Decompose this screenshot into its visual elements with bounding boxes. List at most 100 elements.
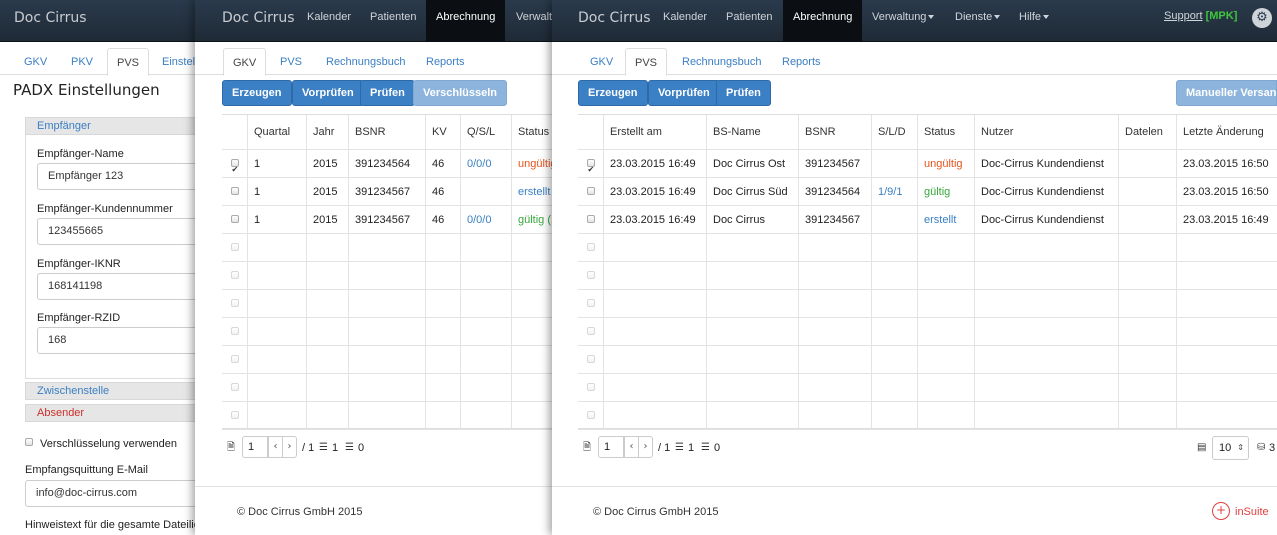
tab-invoice-book[interactable]: Rechnungsbuch	[317, 48, 415, 76]
precheck-button[interactable]: Vorprüfen	[292, 80, 364, 106]
column-header-sld[interactable]: S/L/D	[871, 115, 917, 149]
column-header-status[interactable]: Status	[917, 115, 974, 149]
row-checkbox[interactable]	[586, 355, 595, 364]
table-row[interactable]: 1 2015 391234567 46 erstellt	[222, 178, 560, 206]
table-row[interactable]: 23.03.2015 16:49Doc Cirrus Ost391234567 u…	[578, 150, 1277, 178]
row-checkbox[interactable]	[230, 271, 239, 280]
next-page-button[interactable]: ›	[282, 436, 297, 458]
page-number-input[interactable]: 1	[598, 436, 624, 458]
encrypt-button[interactable]: Verschlüsseln	[413, 80, 507, 106]
table-row[interactable]: 12015391234564460/0/0ungültig	[222, 150, 560, 178]
row-checkbox[interactable]	[586, 299, 595, 308]
recipient-customer-number-input[interactable]: 123455665	[37, 218, 200, 245]
column-header-qsl[interactable]: Q/S/L	[460, 115, 511, 149]
column-header-bsnr[interactable]: BSNR	[798, 115, 871, 149]
tab-pvs[interactable]: PVS	[271, 48, 311, 76]
recipient-name-input[interactable]: Empfänger 123	[37, 163, 200, 190]
nav-help[interactable]: Hilfe	[1009, 0, 1059, 42]
row-checkbox[interactable]	[230, 156, 239, 177]
nav-patients[interactable]: Patienten	[716, 0, 782, 42]
table-row[interactable]: 23.03.2015 16:49 Doc Cirrus Süd 391234564 1…	[578, 178, 1277, 206]
tab-pvs[interactable]: PVS	[625, 48, 668, 76]
recipient-section-header[interactable]: Empfänger	[25, 117, 200, 135]
tab-settings[interactable]: Einstell	[153, 48, 200, 76]
nav-calendar[interactable]: Kalender	[653, 0, 717, 42]
cell-bsname	[706, 318, 798, 345]
row-checkbox[interactable]	[586, 271, 595, 280]
recipient-iknr-input[interactable]: 168141198	[37, 273, 200, 300]
nav-patients[interactable]: Patienten	[360, 0, 426, 42]
row-checkbox[interactable]	[230, 327, 239, 336]
cell-bsnr	[348, 402, 425, 429]
next-page-button[interactable]: ›	[638, 436, 653, 458]
prev-page-button[interactable]: ‹	[268, 436, 283, 458]
manual-dispatch-button[interactable]: Manueller Versand	[1176, 80, 1277, 106]
tab-reports[interactable]: Reports	[417, 48, 474, 76]
create-button[interactable]: Erzeugen	[578, 80, 648, 106]
receipt-email-input[interactable]: info@doc-cirrus.com	[25, 480, 200, 507]
column-header-bs-name[interactable]: BS-Name	[706, 115, 798, 149]
support-link[interactable]: Support	[1164, 10, 1203, 22]
cell-created: 23.03.2015 16:49	[603, 206, 706, 233]
brand-logo[interactable]: Doc Cirrus	[222, 10, 295, 26]
recipient-rzid-input[interactable]: 168	[37, 327, 200, 354]
nav-services[interactable]: Dienste	[945, 0, 1010, 42]
row-checkbox[interactable]	[230, 299, 239, 308]
column-header-kv[interactable]: KV	[425, 115, 460, 149]
row-checkbox[interactable]	[230, 215, 239, 224]
row-checkbox[interactable]	[586, 187, 595, 196]
column-header-year[interactable]: Jahr	[306, 115, 348, 149]
row-checkbox[interactable]	[586, 411, 595, 420]
tab-gkv[interactable]: GKV	[223, 48, 267, 76]
table-row[interactable]: 1 2015 391234567 46 0/0/0 gültig (1)	[222, 206, 560, 234]
tab-reports[interactable]: Reports	[773, 48, 830, 76]
brand-logo[interactable]: Doc Cirrus	[14, 10, 87, 26]
row-checkbox[interactable]	[230, 383, 239, 392]
row-checkbox[interactable]	[586, 243, 595, 252]
prev-page-button[interactable]: ‹	[624, 436, 639, 458]
cell-created	[603, 402, 706, 429]
nav-administration[interactable]: Verwaltung	[862, 0, 944, 42]
nav-billing[interactable]: Abrechnung	[426, 0, 506, 42]
page-size-select[interactable]: 10 ⇕	[1212, 436, 1249, 460]
row-checkbox[interactable]	[586, 156, 595, 177]
cell-changed	[1176, 318, 1277, 345]
row-checkbox[interactable]	[586, 215, 595, 224]
column-header-created[interactable]: Erstellt am	[603, 115, 706, 149]
nav-billing[interactable]: Abrechnung	[783, 0, 863, 42]
user-tag[interactable]: [MPK]	[1206, 10, 1238, 22]
create-button[interactable]: Erzeugen	[222, 80, 292, 106]
row-checkbox[interactable]	[586, 383, 595, 392]
precheck-button[interactable]: Vorprüfen	[648, 80, 720, 106]
sender-section-header[interactable]: Absender	[25, 404, 200, 422]
navbar: Doc Cirrus Kalender Patienten Abrechnung…	[195, 0, 560, 42]
table-row[interactable]: 23.03.2015 16:49 Doc Cirrus 391234567 erste…	[578, 206, 1277, 234]
brand-logo[interactable]: Doc Cirrus	[578, 10, 651, 26]
column-header-bsnr[interactable]: BSNR	[348, 115, 425, 149]
row-checkbox[interactable]	[230, 355, 239, 364]
cell-created	[603, 374, 706, 401]
page-number-input[interactable]: 1	[242, 436, 268, 458]
row-checkbox[interactable]	[586, 327, 595, 336]
row-select-cell	[222, 206, 247, 233]
intermediate-section-header[interactable]: Zwischenstelle	[25, 382, 200, 400]
tab-pkv[interactable]: PKV	[62, 48, 102, 76]
tab-gkv[interactable]: GKV	[581, 48, 622, 76]
tab-pvs[interactable]: PVS	[107, 48, 150, 76]
row-checkbox[interactable]	[230, 187, 239, 196]
check-button[interactable]: Prüfen	[716, 80, 771, 106]
column-header-quarter[interactable]: Quartal	[247, 115, 306, 149]
column-header-user[interactable]: Nutzer	[974, 115, 1118, 149]
column-header-last-change[interactable]: Letzte Änderung	[1176, 115, 1277, 149]
column-header-files[interactable]: Datelen	[1118, 115, 1176, 149]
tab-gkv[interactable]: GKV	[15, 48, 56, 76]
check-button[interactable]: Prüfen	[360, 80, 415, 106]
globe-icon[interactable]: ⚙	[1252, 8, 1272, 28]
cell-status	[917, 262, 974, 289]
row-checkbox[interactable]	[230, 243, 239, 252]
nav-calendar[interactable]: Kalender	[297, 0, 361, 42]
encryption-checkbox[interactable]	[25, 438, 33, 446]
row-checkbox[interactable]	[230, 411, 239, 420]
page-size-value: 10	[1219, 442, 1232, 454]
tab-invoice-book[interactable]: Rechnungsbuch	[673, 48, 771, 76]
